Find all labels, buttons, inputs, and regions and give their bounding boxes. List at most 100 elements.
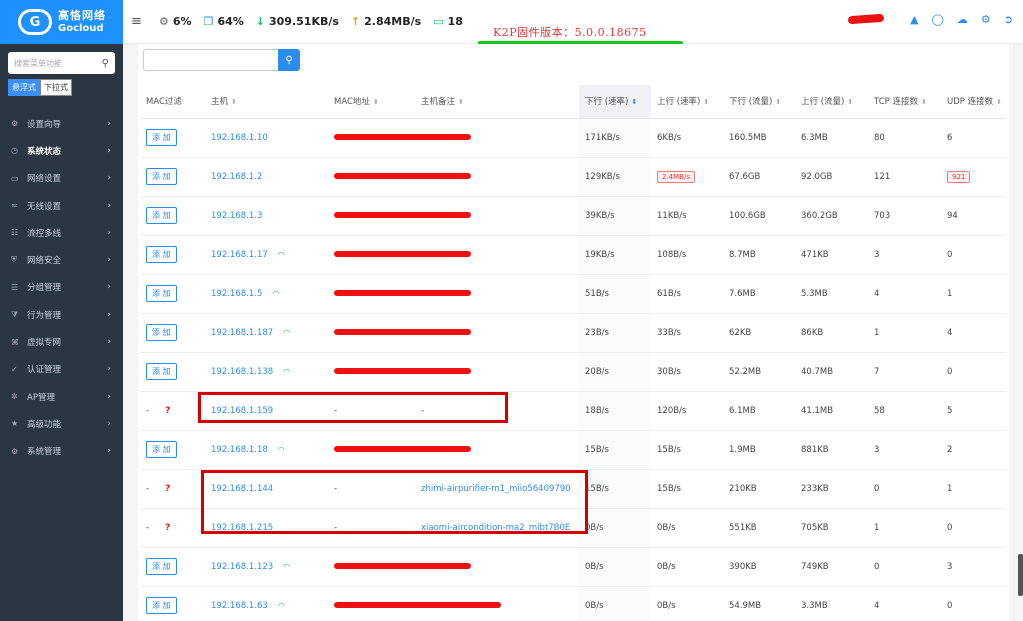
col-header-6[interactable]: 下行 (流量) ⬍: [723, 85, 795, 119]
sort-icon[interactable]: ⬍: [847, 98, 853, 106]
host-ip-link[interactable]: 192.168.1.2: [211, 172, 262, 182]
host-ip-link[interactable]: 192.168.1.3: [211, 211, 262, 221]
sidebar-item-1[interactable]: ◷ 系统状态 ›: [0, 137, 123, 164]
add-mac-filter-button[interactable]: 添 加: [146, 207, 177, 224]
host-note[interactable]: -: [421, 406, 424, 416]
table-row: 添 加 192.168.1.10 171KB/s 6KB/s 160.5MB 6.3MB 8…: [140, 118, 1006, 158]
brand-name-en: Gocloud: [58, 23, 104, 34]
col-header-8[interactable]: TCP 连接数 ⬍: [868, 85, 941, 119]
host-ip-link[interactable]: 192.168.1.10: [211, 133, 268, 143]
filter-icon: ⧩: [11, 309, 19, 319]
sort-icon[interactable]: ⬍: [996, 98, 1002, 106]
host-ip-link[interactable]: 192.168.1.215: [211, 523, 273, 533]
host-ip-link[interactable]: 192.168.1.144: [211, 484, 273, 494]
sidebar-item-11[interactable]: ★ 高级功能 ›: [0, 410, 123, 437]
host-cell: 192.168.1.17 ◠: [205, 235, 328, 275]
sidebar-item-6[interactable]: ☰ 分组管理 ›: [0, 274, 123, 301]
up-total: 705KB: [801, 522, 829, 533]
globe-icon[interactable]: ◯: [932, 13, 944, 26]
col-header-4[interactable]: 下行 (速率) ⬍: [579, 85, 651, 119]
add-mac-filter-button[interactable]: 添 加: [146, 441, 177, 458]
col-header-5[interactable]: 上行 (速率) ⬍: [651, 85, 723, 119]
sidebar-item-9[interactable]: ✓ 认证管理 ›: [0, 356, 123, 383]
add-mac-filter-button[interactable]: 添 加: [146, 129, 177, 146]
add-mac-filter-button[interactable]: 添 加: [146, 597, 177, 614]
down-total: 8.7MB: [729, 249, 756, 260]
menu-style-float[interactable]: 悬浮式: [8, 79, 40, 96]
host-ip-link[interactable]: 192.168.1.5: [211, 289, 262, 299]
udp-count: 1: [947, 483, 953, 494]
redacted-note: [401, 563, 471, 569]
search-icon[interactable]: ⚲: [102, 58, 109, 69]
col-header-3[interactable]: 主机备注 ⬍: [415, 85, 579, 119]
sidebar-item-12[interactable]: ⚙ 系统管理 ›: [0, 438, 123, 465]
sort-icon[interactable]: ⬍: [775, 98, 781, 106]
down-rate: 51B/s: [585, 288, 609, 299]
tcp-count: 0: [874, 561, 880, 572]
up-total-cell: 360.2GB: [795, 196, 868, 236]
table-search-button[interactable]: ⚲: [278, 49, 300, 71]
down-total-cell: 160.5MB: [723, 118, 795, 158]
menu-style-dropdown[interactable]: 下拉式: [40, 79, 72, 96]
sort-icon[interactable]: ⬍: [921, 98, 927, 106]
add-mac-filter-button[interactable]: 添 加: [146, 246, 177, 263]
host-table-panel: ⚲ MAC过滤 主机 ⬍ MAC地址 ⬍ 主机备注 ⬍ 下行 (速率) ⬍ 上行 (速率) ⬍ 下行 …: [138, 44, 1009, 621]
sidebar-item-4[interactable]: ☷ 流控多线 ›: [0, 219, 123, 246]
host-note[interactable]: xiaomi-aircondition-ma2_mibt7B0E: [421, 523, 570, 533]
note-cell: -: [415, 391, 579, 431]
logout-icon[interactable]: ➲: [1004, 13, 1013, 26]
sort-icon[interactable]: ⬍: [458, 98, 464, 106]
host-ip-link[interactable]: 192.168.1.63: [211, 601, 268, 611]
sidebar-item-8[interactable]: ⌘ 虚拟专网 ›: [0, 328, 123, 355]
host-ip-link[interactable]: 192.168.1.17: [211, 250, 268, 260]
host-ip-link[interactable]: 192.168.1.123: [211, 562, 273, 572]
menu-collapse-icon[interactable]: ≡: [131, 14, 147, 29]
add-mac-filter-button[interactable]: 添 加: [146, 285, 177, 302]
page-scrollbar[interactable]: [1018, 554, 1023, 596]
tshirt-icon[interactable]: ▲: [910, 13, 918, 26]
menu-style-toggle: 悬浮式 下拉式: [8, 79, 123, 96]
sidebar-item-2[interactable]: ▭ 网络设置 ›: [0, 165, 123, 192]
sort-icon[interactable]: ⬍: [373, 98, 379, 106]
add-mac-filter-button[interactable]: 添 加: [146, 363, 177, 380]
down-rate: 129KB/s: [585, 171, 620, 182]
brand-logo[interactable]: G 高恪网络 Gocloud: [0, 0, 123, 44]
upload-rate: ↑ 2.84MB/s: [351, 15, 421, 28]
host-ip-link[interactable]: 192.168.1.18: [211, 445, 268, 455]
col-header-2[interactable]: MAC地址 ⬍: [328, 85, 415, 119]
add-mac-filter-button[interactable]: 添 加: [146, 168, 177, 185]
host-ip-link[interactable]: 192.168.1.138: [211, 367, 273, 377]
udp-count: 0: [947, 600, 953, 611]
sidebar-item-5[interactable]: ⛨ 网络安全 ›: [0, 246, 123, 273]
sort-icon[interactable]: ⬍: [231, 98, 237, 106]
wifi-icon: ◠: [283, 327, 291, 337]
table-search-input[interactable]: [143, 49, 278, 71]
host-ip-link[interactable]: 192.168.1.159: [211, 406, 273, 416]
sidebar-item-label: AP管理: [27, 392, 55, 403]
col-header-9[interactable]: UDP 连接数 ⬍: [941, 85, 1006, 119]
up-total: 92.0GB: [801, 171, 833, 182]
col-header-0[interactable]: MAC过滤: [140, 85, 205, 119]
host-note[interactable]: zhimi-airpurifier-m1_miio56409790: [421, 484, 571, 494]
down-rate: 23B/s: [585, 327, 609, 338]
add-mac-filter-button[interactable]: 添 加: [146, 558, 177, 575]
col-header-1[interactable]: 主机 ⬍: [205, 85, 328, 119]
chevron-right-icon: ›: [107, 282, 111, 293]
sort-icon[interactable]: ⬍: [631, 98, 637, 106]
cloud-upload-icon[interactable]: ☁: [957, 13, 968, 26]
mac-filter-cell: 添 加: [140, 430, 205, 470]
sidebar-item-3[interactable]: ≈ 无线设置 ›: [0, 192, 123, 219]
add-mac-filter-button[interactable]: 添 加: [146, 324, 177, 341]
sidebar-item-7[interactable]: ⧩ 行为管理 ›: [0, 301, 123, 328]
col-header-7[interactable]: 上行 (流量) ⬍: [795, 85, 868, 119]
host-ip-link[interactable]: 192.168.1.187: [211, 328, 273, 338]
down-rate: 15B/s: [585, 483, 609, 494]
table-row: 添 加 192.168.1.3 39KB/s 11KB/s 100.6GB 360.2GB…: [140, 196, 1006, 236]
sidebar-item-10[interactable]: ✲ AP管理 ›: [0, 383, 123, 410]
sort-icon[interactable]: ⬍: [703, 98, 709, 106]
col-header-label: 下行 (流量): [729, 97, 773, 108]
wifi-icon: ◠: [277, 249, 285, 259]
settings-icon[interactable]: ⚙: [981, 13, 991, 26]
sidebar-item-0[interactable]: ⚙ 设置向导 ›: [0, 110, 123, 137]
menu-search-input[interactable]: [14, 58, 94, 68]
